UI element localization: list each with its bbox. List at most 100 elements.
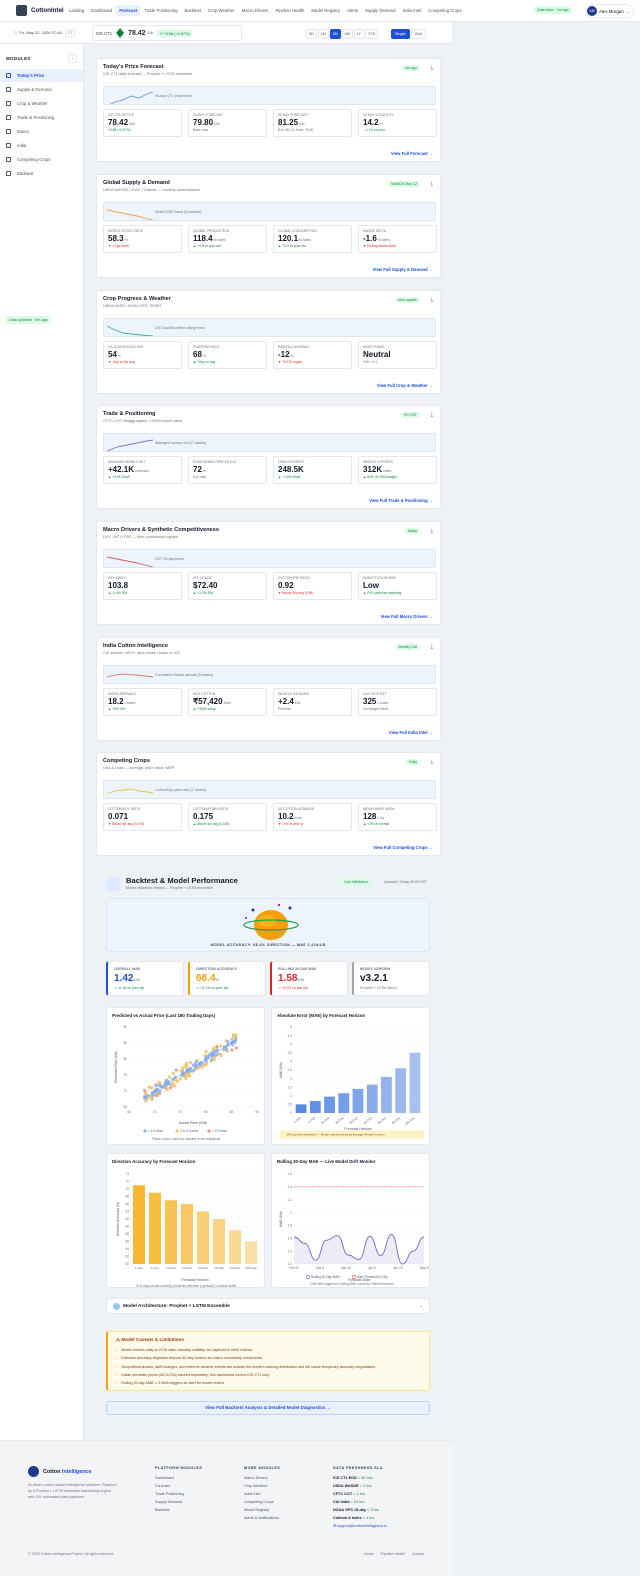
download-icon[interactable]: ⤓: [431, 65, 433, 71]
nav-trade-positioning[interactable]: Trade Positioning: [141, 5, 180, 16]
x-tick-label: 80: [204, 1110, 208, 1114]
collapse-sidebar-button[interactable]: ‹: [68, 54, 77, 63]
y-tick-label: 70: [123, 1089, 127, 1093]
footer-link-contact[interactable]: Contact: [412, 1552, 424, 1556]
sparkline-chart: [107, 673, 154, 678]
y-tick-label: 1.4: [288, 1249, 293, 1253]
nav-india-intel[interactable]: India Intel: [400, 5, 425, 16]
view-full-backtest-button[interactable]: View Full Backtest Analysis & Detailed M…: [106, 1401, 430, 1415]
bar: [352, 1088, 364, 1113]
scatter-point: [191, 1063, 196, 1067]
metric-number: 10.2: [278, 812, 294, 821]
nav-backtest[interactable]: Backtest: [182, 5, 204, 16]
footer-link-forecast[interactable]: Forecast: [155, 1482, 202, 1490]
metric-number: 120.1: [278, 234, 299, 243]
nav-competing-crops[interactable]: Competing Crops: [425, 5, 464, 16]
view-full-link[interactable]: View Full India Intel →: [389, 730, 433, 735]
y-tick-label: 80: [123, 1057, 127, 1061]
nav-supply-demand[interactable]: Supply Demand: [362, 5, 399, 16]
view-grid-button[interactable]: Grid: [410, 29, 426, 39]
nav-dashboard[interactable]: Dashboard: [88, 5, 115, 16]
metric-change: ▲ Above 5yr avg (0.168): [193, 822, 230, 826]
nav-crop-weather[interactable]: Crop Weather: [205, 5, 238, 16]
user-menu[interactable]: AM Alex Morgan ⌄: [585, 4, 635, 18]
card-subtitle: USDA WASDE / ICAC / Cotlook — monthly wo…: [103, 188, 201, 192]
metric-label: 90-DAY FORECAST: [278, 113, 309, 117]
sidebar-item-supply-demand[interactable]: Supply & Demand: [0, 83, 83, 96]
brand[interactable]: CottonIntel: [0, 5, 66, 16]
footer-link-macro-drivers[interactable]: Macro Drivers: [244, 1474, 280, 1482]
view-full-link[interactable]: View Full Competing Crops →: [373, 845, 433, 850]
sidebar-item-competing-crops[interactable]: Competing Crops: [0, 153, 83, 166]
nav-pipeline-health[interactable]: Pipeline Health: [272, 5, 307, 16]
download-icon[interactable]: ⤓: [431, 528, 433, 534]
sparkline-label: Cumulative Kapas arrivals (5 weeks): [155, 673, 214, 677]
x-tick-label: 90-Day: [391, 1115, 402, 1125]
caveat-item: Rolling 20-day MAE > 2.5¢/lb triggers an…: [116, 1379, 421, 1387]
nav-model-registry[interactable]: Model Registry: [308, 5, 343, 16]
metric-change: Base case: [193, 128, 209, 132]
brand-name: CottonIntel: [31, 7, 64, 14]
view-full-link[interactable]: View Full Supply & Demand →: [373, 267, 433, 272]
range-3m[interactable]: 3M: [329, 29, 341, 39]
view-single-button[interactable]: Single: [391, 29, 410, 39]
footer-link-backtest[interactable]: Backtest: [155, 1506, 202, 1514]
scatter-point: [173, 1084, 177, 1088]
metric-value: 0.92: [278, 581, 347, 590]
footer-link-alerts-notifications[interactable]: Alerts & Notifications: [244, 1514, 280, 1522]
download-icon[interactable]: ⤓: [431, 412, 433, 418]
sidebar-item-backtest[interactable]: Backtest: [0, 167, 83, 180]
bar: [244, 1241, 258, 1264]
metric-unit: L ha: [377, 816, 384, 820]
view-full-link[interactable]: View Full Forecast →: [391, 151, 433, 156]
range-1m[interactable]: 1M: [317, 29, 329, 39]
footer-link-supply-demand[interactable]: Supply Demand: [155, 1498, 202, 1506]
sparkline-chart: [107, 556, 154, 567]
architecture-title: Model Architecture: Prophet + LSTM Ensem…: [123, 1304, 230, 1309]
footer-link-india-intel[interactable]: India Intel: [244, 1490, 280, 1498]
nav-forecast[interactable]: Forecast: [116, 5, 141, 16]
range-5d[interactable]: 5D: [306, 29, 317, 39]
date-picker[interactable]: □ Fri, May 22, 2026 07:44 CT: [14, 29, 76, 37]
footer-link-home[interactable]: Home: [364, 1552, 374, 1556]
view-full-link[interactable]: View Full Crop & Weather →: [377, 383, 433, 388]
x-tick-label: 60-Day: [377, 1115, 388, 1125]
sparkline-label: US Good/Excellent rating trend: [155, 326, 205, 330]
sidebar-item-crop-weather[interactable]: Crop & Weather: [0, 97, 83, 110]
scatter-point: [174, 1068, 178, 1072]
download-icon[interactable]: ⤓: [431, 181, 433, 187]
footer-link-competing-crops[interactable]: Competing Crops: [244, 1498, 280, 1506]
sidebar-item-india[interactable]: India: [0, 139, 83, 152]
nav-macro-drivers[interactable]: Macro Drivers: [239, 5, 272, 16]
scatter-point: [147, 1095, 152, 1100]
footer-link-trade-positioning[interactable]: Trade Positioning: [155, 1490, 202, 1498]
nav-landing[interactable]: Landing: [66, 5, 87, 16]
footer: Cotton Intelligence AI-driven cotton mar…: [0, 1440, 452, 1576]
ticker-widget[interactable]: ICE CT1 78.42 ¢/lb ↗ +0.66 (+0.87%): [92, 25, 242, 41]
view-full-link[interactable]: View Full Macro Drivers →: [380, 614, 433, 619]
footer-link-crop-weather[interactable]: Crop Weather: [244, 1482, 280, 1490]
download-icon[interactable]: ⤓: [431, 297, 433, 303]
scatter-point: [194, 1065, 198, 1069]
footer-link-model-registry[interactable]: Model Registry: [244, 1506, 280, 1514]
sla-item: Cotlook A Index < 4 hrs: [333, 1514, 387, 1522]
scatter-point: [181, 1066, 185, 1070]
footer-link-dashboard[interactable]: Dashboard: [155, 1474, 202, 1482]
bar: [148, 1192, 162, 1264]
view-full-link[interactable]: View Full Trade & Positioning →: [369, 498, 433, 503]
ticker-icon: [116, 28, 125, 38]
nav-alerts[interactable]: Alerts: [344, 5, 361, 16]
footer-brand[interactable]: Cotton Intelligence: [28, 1466, 92, 1477]
sidebar-item-today-s-price[interactable]: Today's Price: [0, 69, 83, 82]
footer-link-pipeline-health[interactable]: Pipeline Health: [381, 1552, 405, 1556]
sidebar-item-macro[interactable]: Macro: [0, 125, 83, 138]
sparkline-label: Cotton/Soy price ratio (7 weeks): [155, 788, 207, 792]
architecture-accordion[interactable]: Model Architecture: Prophet + LSTM Ensem…: [106, 1298, 430, 1314]
range-1y[interactable]: 1Y: [353, 29, 365, 39]
range-6m[interactable]: 6M: [341, 29, 353, 39]
download-icon[interactable]: ⤓: [431, 644, 433, 650]
download-icon[interactable]: ⤓: [431, 759, 433, 765]
range-ytd[interactable]: YTD: [365, 29, 379, 39]
support-email-link[interactable]: ✉ support@cottonintelligence.io: [333, 1522, 387, 1530]
sidebar-item-trade-positioning[interactable]: Trade & Positioning: [0, 111, 83, 124]
